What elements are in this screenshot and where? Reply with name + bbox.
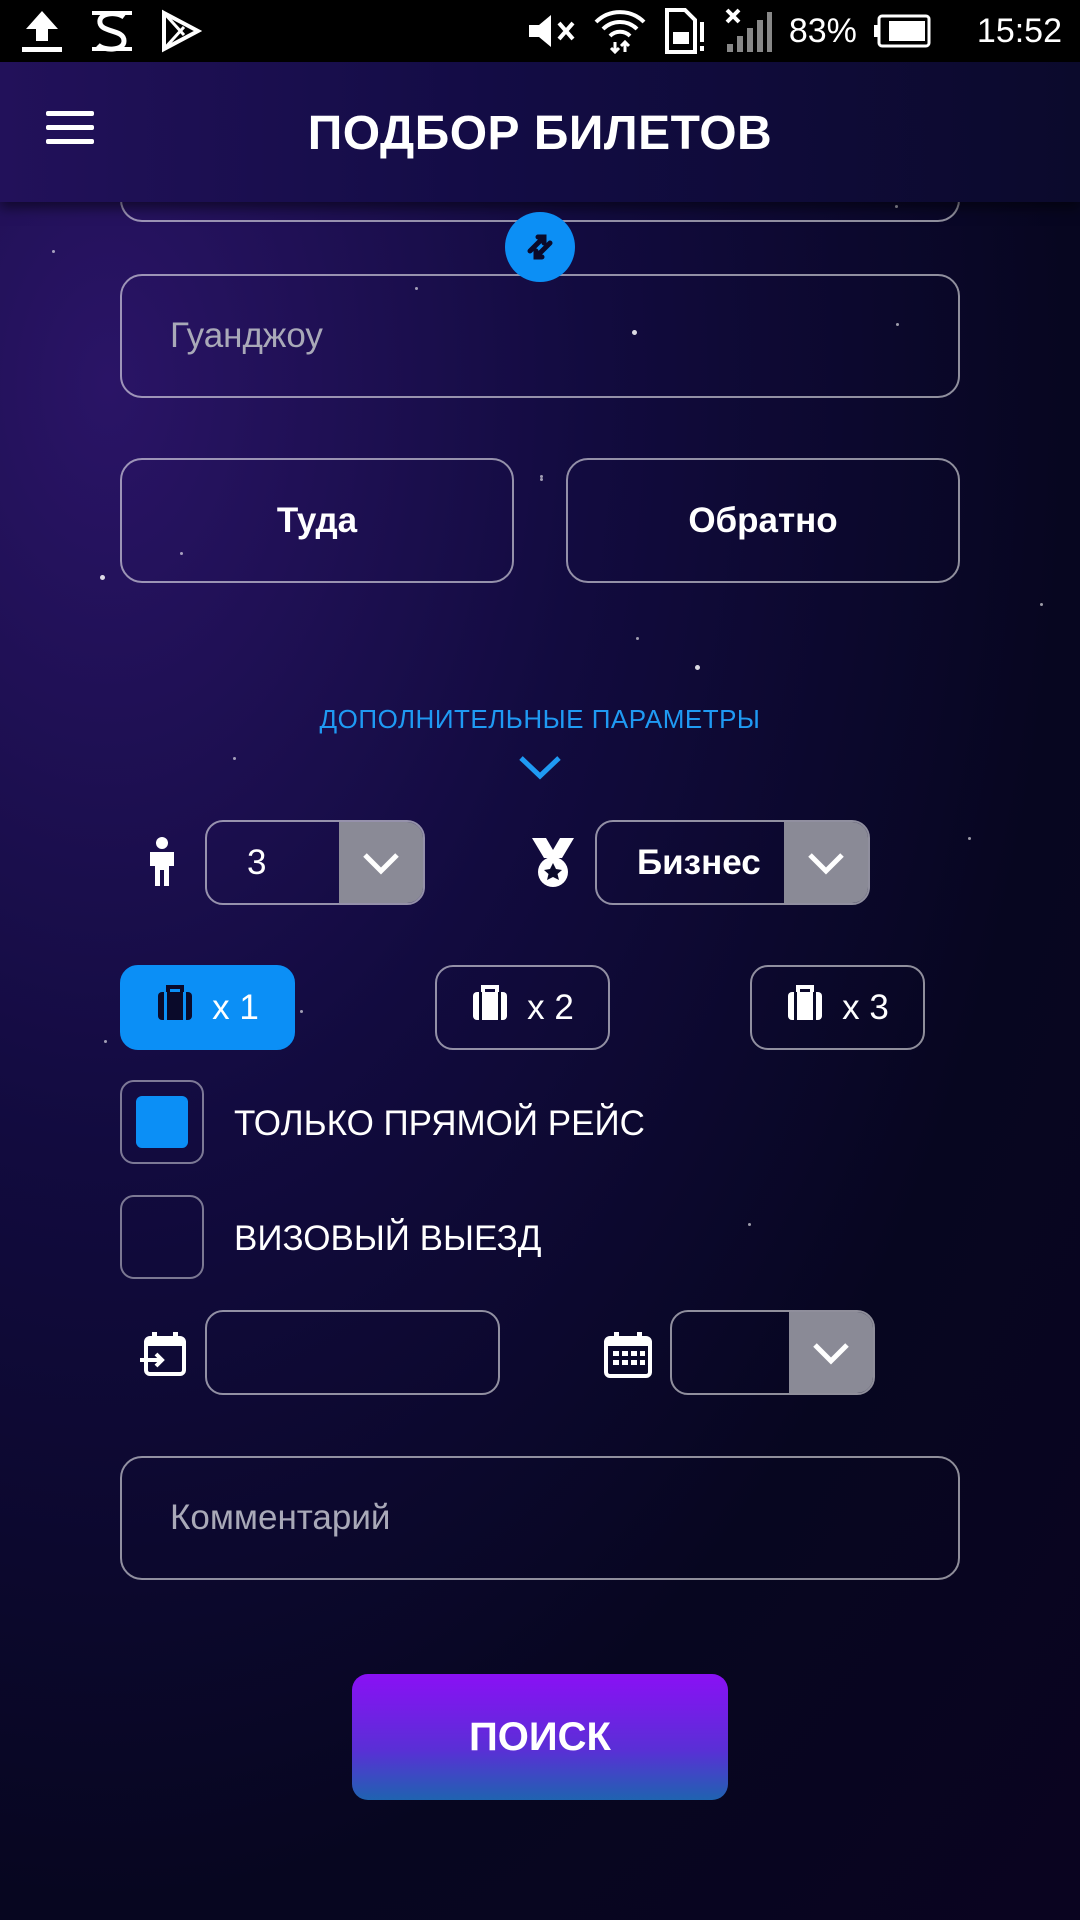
app-header: ПОДБОР БИЛЕТОВ — [0, 62, 1080, 202]
wifi-icon — [593, 8, 647, 54]
swap-arrows-icon[interactable] — [505, 212, 575, 282]
chevron-down-icon[interactable] — [789, 1312, 873, 1393]
visa-run-label: ВИЗОВЫЙ ВЫЕЗД — [234, 1219, 542, 1258]
chevron-down-icon[interactable] — [784, 822, 868, 903]
baggage-option-3[interactable]: x 3 — [750, 965, 925, 1050]
class-value: Бизнес — [637, 842, 761, 882]
chevron-down-icon[interactable] — [517, 754, 563, 787]
baggage-label: x 1 — [212, 987, 259, 1027]
return-date-button[interactable]: Обратно — [566, 458, 960, 583]
status-bar: 83% 15:52 — [0, 0, 1080, 62]
star — [300, 1010, 303, 1013]
direct-only-checkbox[interactable] — [120, 1080, 204, 1164]
calendar-import-icon — [140, 1330, 188, 1383]
class-select[interactable]: Бизнес — [595, 820, 870, 905]
star — [695, 665, 700, 670]
search-button[interactable]: ПОИСК — [352, 1674, 728, 1800]
extra-params-toggle[interactable]: ДОПОЛНИТЕЛЬНЫЕ ПАРАМЕТРЫ — [0, 704, 1080, 735]
suitcase-icon — [786, 984, 824, 1031]
depart-date-button[interactable]: Туда — [120, 458, 514, 583]
star — [540, 478, 543, 481]
clock: 15:52 — [976, 11, 1062, 50]
signal-icon — [723, 8, 773, 54]
destination-placeholder: Гуанджоу — [170, 316, 323, 355]
direct-only-label: ТОЛЬКО ПРЯМОЙ РЕЙС — [234, 1104, 645, 1143]
star — [1040, 603, 1043, 606]
s-app-icon — [90, 9, 134, 53]
sim-icon — [663, 8, 707, 54]
star — [233, 757, 236, 760]
baggage-label: x 2 — [527, 987, 574, 1027]
passengers-value: 3 — [247, 842, 267, 882]
play-store-icon — [158, 9, 202, 53]
battery-percent: 83% — [788, 11, 857, 50]
suitcase-icon — [156, 984, 194, 1031]
battery-icon — [873, 14, 931, 48]
person-icon — [142, 836, 182, 893]
star — [748, 1223, 751, 1226]
upload-icon — [18, 9, 66, 53]
star — [100, 575, 105, 580]
medal-icon — [528, 836, 578, 895]
suitcase-icon — [471, 984, 509, 1031]
date-input[interactable] — [205, 1310, 500, 1395]
star — [52, 250, 55, 253]
star — [636, 637, 639, 640]
baggage-option-2[interactable]: x 2 — [435, 965, 610, 1050]
mute-icon — [527, 11, 577, 51]
passengers-select[interactable]: 3 — [205, 820, 425, 905]
visa-run-checkbox[interactable] — [120, 1195, 204, 1279]
star — [104, 1040, 107, 1043]
star — [968, 837, 971, 840]
chevron-down-icon[interactable] — [339, 822, 423, 903]
page-title: ПОДБОР БИЛЕТОВ — [307, 107, 773, 160]
calendar-icon — [604, 1330, 652, 1383]
day-select[interactable] — [670, 1310, 875, 1395]
baggage-label: x 3 — [842, 987, 889, 1027]
comment-placeholder: Комментарий — [170, 1498, 391, 1537]
baggage-option-1[interactable]: x 1 — [120, 965, 295, 1050]
comment-field[interactable]: Комментарий — [120, 1456, 960, 1580]
destination-field[interactable]: Гуанджоу — [120, 274, 960, 398]
